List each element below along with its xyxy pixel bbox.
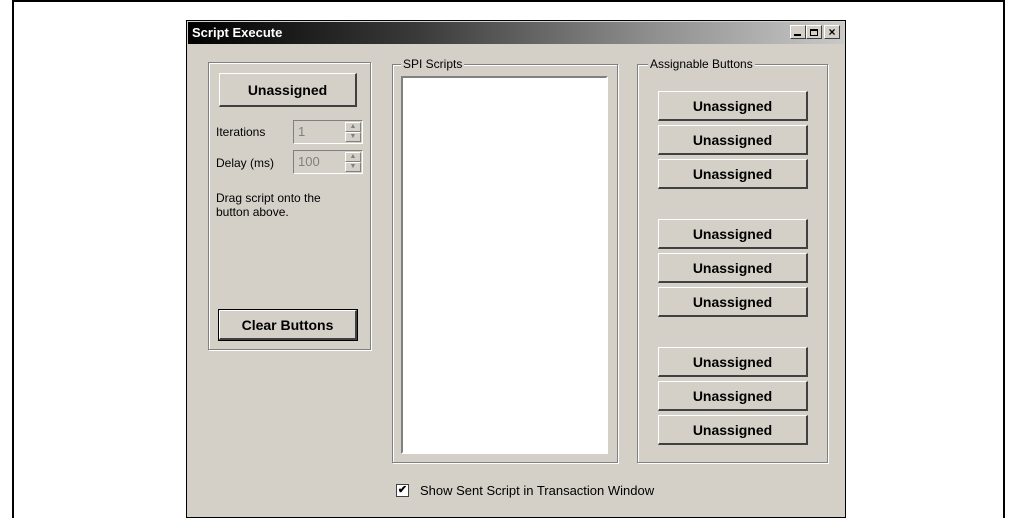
maximize-button[interactable] — [806, 25, 822, 39]
hint-line-2: button above. — [216, 205, 289, 219]
assignable-button-2[interactable]: Unassigned — [658, 125, 808, 155]
close-button[interactable]: × — [824, 25, 840, 39]
iterations-spin-arrows[interactable]: ▲ ▼ — [345, 122, 361, 142]
assignable-button-1[interactable]: Unassigned — [658, 91, 808, 121]
window-controls: × — [790, 25, 840, 39]
page-frame-right — [1003, 0, 1005, 518]
delay-label: Delay (ms) — [216, 156, 275, 170]
assignable-button-7[interactable]: Unassigned — [658, 347, 808, 377]
execute-panel: Unassigned Iterations 1 ▲ ▼ Delay (ms) 1… — [208, 62, 371, 350]
spin-up-icon[interactable]: ▲ — [345, 122, 361, 132]
page-frame-top — [12, 0, 1005, 2]
assignable-buttons-label: Assignable Buttons — [648, 57, 755, 71]
show-sent-label[interactable]: Show Sent Script in Transaction Window — [420, 483, 654, 498]
assignable-button-3[interactable]: Unassigned — [658, 159, 808, 189]
checkmark-icon: ✔ — [397, 484, 408, 496]
spi-scripts-label: SPI Scripts — [401, 57, 465, 71]
assignable-button-8[interactable]: Unassigned — [658, 381, 808, 411]
spin-down-icon[interactable]: ▼ — [345, 132, 361, 142]
title-bar[interactable]: Script Execute × — [188, 22, 844, 44]
assignable-buttons-group: Assignable Buttons Unassigned Unassigned… — [637, 57, 828, 463]
iterations-value: 1 — [298, 124, 306, 139]
minimize-icon — [794, 34, 801, 36]
delay-spin-arrows[interactable]: ▲ ▼ — [345, 152, 361, 172]
delay-value: 100 — [298, 154, 320, 169]
iterations-label: Iterations — [216, 125, 266, 139]
script-execute-window: Script Execute × Unassigned Iterations 1… — [186, 20, 846, 518]
assignable-button-4[interactable]: Unassigned — [658, 219, 808, 249]
hint-line-1: Drag script onto the — [216, 191, 321, 205]
spi-scripts-list[interactable] — [401, 76, 608, 454]
spin-down-icon[interactable]: ▼ — [345, 162, 361, 172]
page-frame-left — [12, 0, 14, 518]
assignable-button-6[interactable]: Unassigned — [658, 287, 808, 317]
delay-spinner[interactable]: 100 ▲ ▼ — [293, 150, 363, 174]
close-icon: × — [828, 25, 836, 39]
iterations-spinner[interactable]: 1 ▲ ▼ — [293, 120, 363, 144]
maximize-icon — [810, 28, 818, 36]
window-title: Script Execute — [192, 25, 283, 40]
clear-buttons-button[interactable]: Clear Buttons — [218, 309, 358, 341]
minimize-button[interactable] — [790, 25, 806, 39]
spi-scripts-group: SPI Scripts — [392, 57, 618, 463]
assigned-script-button[interactable]: Unassigned — [219, 73, 357, 107]
spin-up-icon[interactable]: ▲ — [345, 152, 361, 162]
show-sent-checkbox[interactable]: ✔ — [396, 484, 409, 497]
assignable-button-9[interactable]: Unassigned — [658, 415, 808, 445]
assignable-button-5[interactable]: Unassigned — [658, 253, 808, 283]
